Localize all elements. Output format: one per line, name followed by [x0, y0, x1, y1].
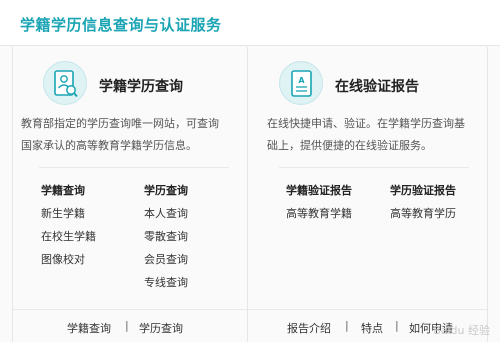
features-link[interactable]: 特点: [361, 320, 383, 336]
separator: |: [345, 319, 349, 332]
panel-description: 教育部指定的学历查询唯一网站，可查询 国家承认的高等教育学籍学历信息。: [21, 117, 219, 152]
online-verification-panel: A 在线验证报告 在线快捷申请、验证。在学籍学历查询基 础上，提供便捷的在线验证…: [249, 47, 488, 342]
svg-text:A: A: [298, 76, 305, 85]
degree-report-heading: 学历验证报告: [390, 184, 456, 197]
member-query-link[interactable]: 会员查询: [144, 251, 188, 267]
student-record-query-panel: 学籍学历查询 教育部指定的学历查询唯一网站，可查询 国家承认的高等教育学籍学历信…: [12, 47, 249, 342]
divider: [279, 167, 469, 168]
enrolled-student-record-link[interactable]: 在校生学籍: [41, 228, 96, 244]
new-student-record-link[interactable]: 新生学籍: [41, 205, 85, 221]
footer-degree-query-link[interactable]: 学历查询: [139, 320, 183, 336]
certificate-icon: A: [279, 61, 323, 105]
student-record-report-heading: 学籍验证报告: [286, 184, 352, 197]
watermark: Baidu 经验: [433, 324, 490, 337]
panel-title: 在线验证报告: [335, 79, 419, 95]
student-id-search-icon: [43, 61, 87, 105]
higher-ed-degree-link[interactable]: 高等教育学历: [390, 205, 456, 221]
panel-description: 在线快捷申请、验证。在学籍学历查询基 础上，提供便捷的在线验证服务。: [267, 117, 465, 152]
report-intro-link[interactable]: 报告介绍: [287, 320, 331, 336]
self-query-link[interactable]: 本人查询: [144, 205, 188, 221]
page-header: 学籍学历信息查询与认证服务: [0, 0, 500, 46]
individual-query-link[interactable]: 零散查询: [144, 228, 188, 244]
degree-query-heading: 学历查询: [144, 184, 188, 197]
footer-student-record-query-link[interactable]: 学籍查询: [67, 320, 111, 336]
dedicated-line-query-link[interactable]: 专线查询: [144, 274, 188, 290]
page-title: 学籍学历信息查询与认证服务: [20, 16, 222, 34]
panel-title: 学籍学历查询: [99, 79, 183, 95]
separator: |: [395, 319, 399, 332]
image-proofreading-link[interactable]: 图像校对: [41, 251, 85, 267]
divider: [39, 167, 229, 168]
student-record-query-heading: 学籍查询: [41, 184, 85, 197]
higher-ed-student-record-link[interactable]: 高等教育学籍: [286, 205, 352, 221]
separator: |: [125, 319, 129, 332]
panel-footer: 学籍查询 | 学历查询: [13, 309, 249, 342]
